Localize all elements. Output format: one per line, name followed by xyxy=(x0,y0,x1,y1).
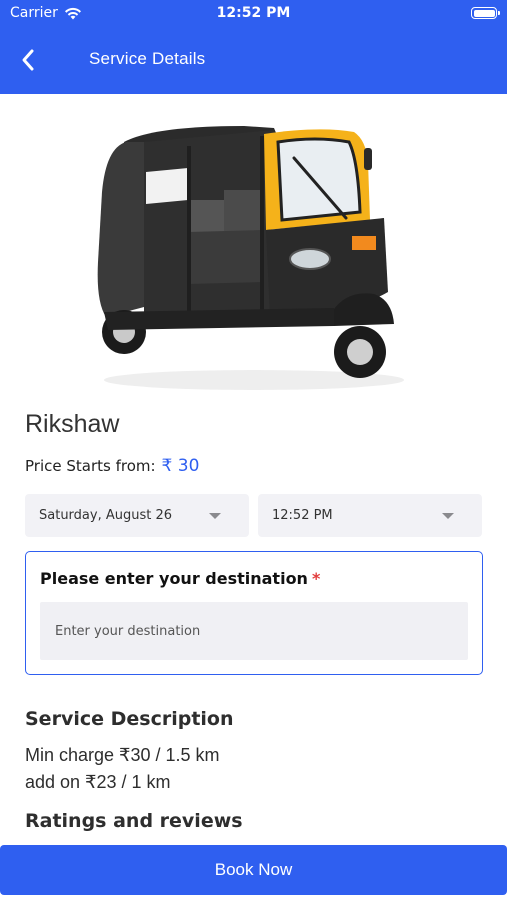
ratings-reviews-title: Ratings and reviews xyxy=(25,810,243,832)
status-time: 12:52 PM xyxy=(216,5,291,21)
description-line: add on ₹23 / 1 km xyxy=(25,772,171,792)
description-line: Min charge ₹30 / 1.5 km xyxy=(25,745,220,765)
status-bar: Carrier 12:52 PM xyxy=(0,0,507,28)
chevron-left-icon xyxy=(22,49,34,71)
app-header: Carrier 12:52 PM Service Details xyxy=(0,0,507,94)
service-details-screen: Carrier 12:52 PM Service Details Rikshaw… xyxy=(0,0,507,900)
price-value: ₹ 30 xyxy=(161,456,200,476)
page-title: Service Details xyxy=(89,49,206,68)
battery-icon xyxy=(471,7,500,19)
book-now-button[interactable]: Book Now xyxy=(0,845,507,895)
destination-label-text: Please enter your destination xyxy=(40,569,308,588)
price-label: Price Starts from: xyxy=(25,457,156,475)
service-description-title: Service Description xyxy=(25,708,234,730)
rickshaw-image xyxy=(97,126,404,390)
chevron-down-icon xyxy=(442,512,454,519)
back-button[interactable] xyxy=(12,44,44,76)
time-value: 12:52 PM xyxy=(272,508,333,523)
date-value: Saturday, August 26 xyxy=(39,508,173,523)
service-name: Rikshaw xyxy=(25,410,120,438)
destination-input[interactable] xyxy=(40,602,468,660)
destination-label: Please enter your destination * xyxy=(40,569,320,588)
price-row: Price Starts from: ₹ 30 xyxy=(25,456,199,476)
date-select[interactable]: Saturday, August 26 xyxy=(25,494,249,537)
required-mark: * xyxy=(311,569,321,588)
chevron-down-icon xyxy=(209,512,221,519)
destination-card: Please enter your destination * xyxy=(25,551,483,675)
time-select[interactable]: 12:52 PM xyxy=(258,494,482,537)
battery-level xyxy=(473,9,495,17)
